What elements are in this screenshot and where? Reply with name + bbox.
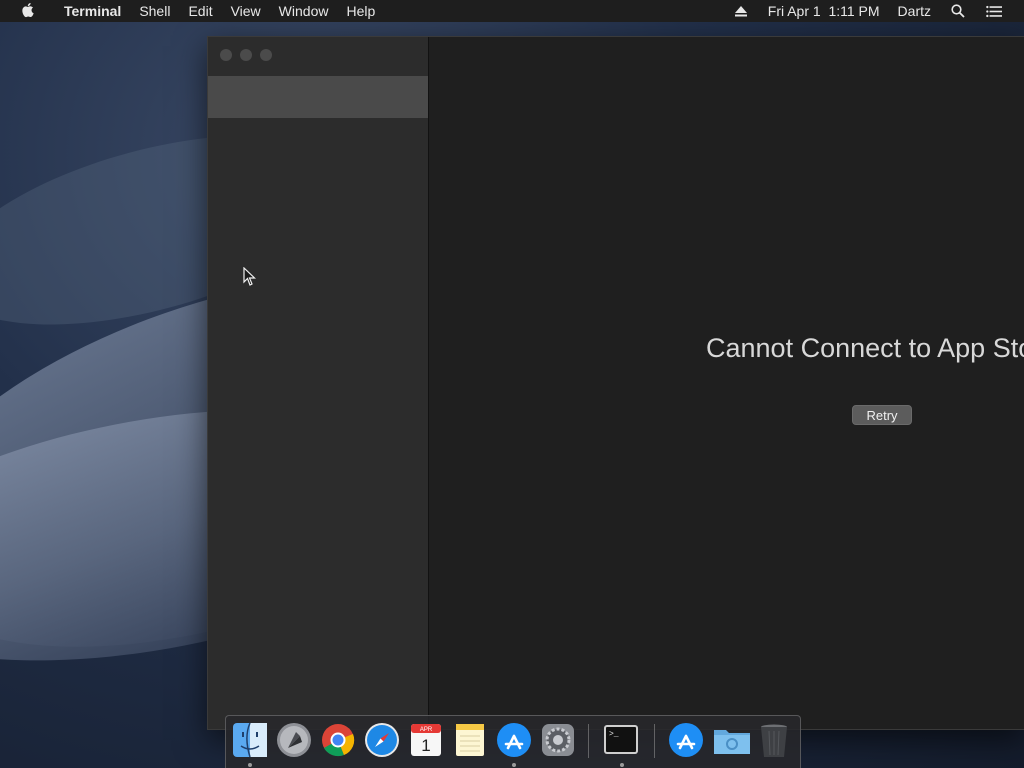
trash-icon[interactable] [756,722,792,758]
terminal-icon[interactable]: >_ [603,722,639,758]
sidebar-search-placeholder[interactable] [208,76,428,118]
menu-window[interactable]: Window [270,0,338,22]
downloads-folder-icon[interactable] [712,722,750,758]
apple-menu-icon[interactable] [21,3,35,19]
finder-icon[interactable] [232,722,268,758]
app-store-icon[interactable] [496,722,532,758]
safari-icon[interactable] [364,722,400,758]
clock[interactable]: Fri Apr 1 1:11 PM [759,3,889,19]
app-store-running-indicator [512,763,516,767]
minimize-button[interactable] [240,49,252,61]
zoom-button[interactable] [260,49,272,61]
notification-center-icon[interactable] [986,3,1002,19]
menu-bar: Terminal Shell Edit View Window Help Fri… [0,0,1024,22]
calendar-month: APR [420,727,433,733]
menu-edit[interactable]: Edit [179,0,221,22]
spotlight-search-icon[interactable] [950,3,966,19]
notes-icon[interactable] [452,722,488,758]
launchpad-icon[interactable] [276,722,312,758]
calendar-day: 1 [421,736,430,755]
system-preferences-icon[interactable] [540,722,576,758]
window-controls [220,49,272,61]
user-name[interactable]: Dartz [889,3,940,19]
finder-running-indicator [248,763,252,767]
dock-separator [654,724,655,758]
app-store-folder-icon[interactable] [668,722,704,758]
mouse-cursor-icon [243,266,257,292]
main-content: Cannot Connect to App Store Retry [429,37,1024,729]
terminal-prompt: >_ [609,730,619,739]
menu-view[interactable]: View [222,0,270,22]
menu-shell[interactable]: Shell [130,0,179,22]
connection-error-title: Cannot Connect to App Store [706,333,1024,363]
menu-help[interactable]: Help [337,0,384,22]
app-store-window: Cannot Connect to App Store Retry [207,36,1024,730]
menu-app-name[interactable]: Terminal [55,0,130,22]
terminal-running-indicator [620,763,624,767]
dock: APR 1 >_ [225,715,801,768]
dock-separator [588,724,589,758]
sidebar [208,37,429,729]
close-button[interactable] [220,49,232,61]
chrome-icon[interactable] [320,722,356,758]
calendar-icon[interactable]: APR 1 [408,722,444,758]
retry-button[interactable]: Retry [852,405,912,425]
eject-icon[interactable] [733,3,749,19]
